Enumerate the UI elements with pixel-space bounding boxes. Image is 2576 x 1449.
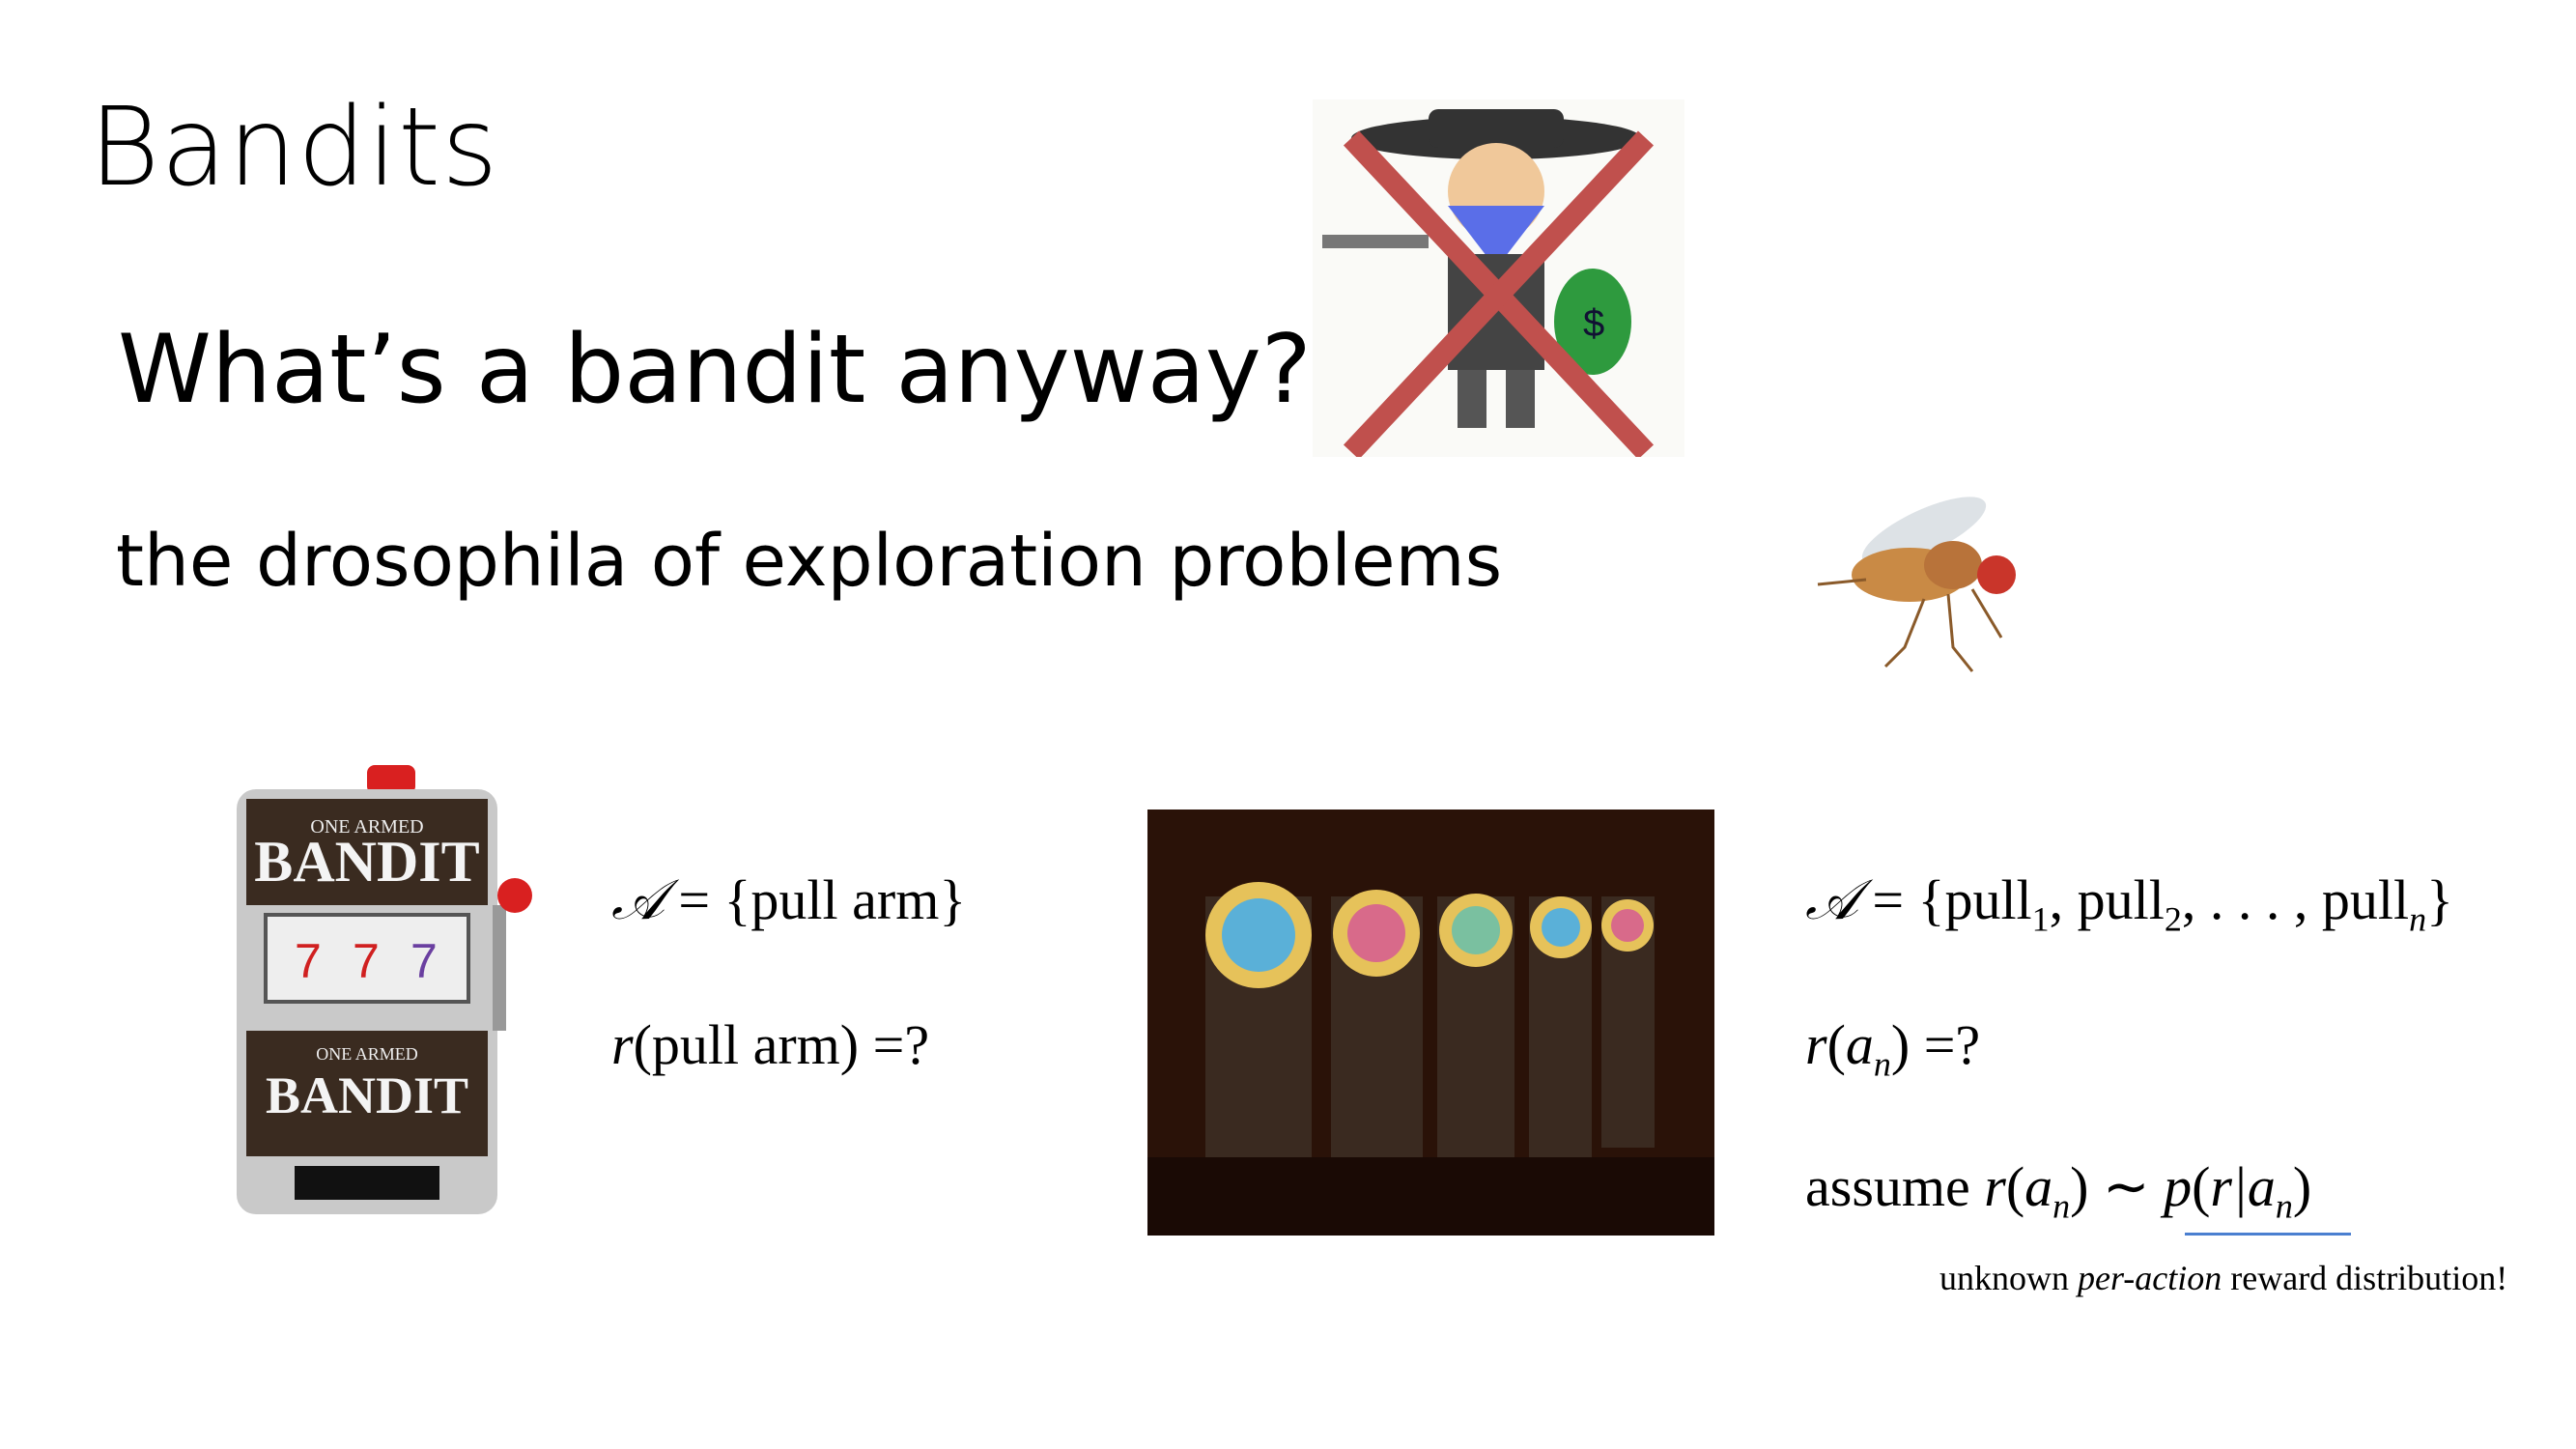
left-action-set-formula: 𝒜 = {pull arm} bbox=[611, 867, 966, 933]
casino-slot-machines-photo bbox=[1147, 810, 1714, 1236]
equals-brace: = { bbox=[1857, 868, 1945, 931]
action-set-symbol: 𝒜 bbox=[611, 868, 665, 931]
reward-symbol: r bbox=[611, 1013, 634, 1076]
note-emphasis: per-action bbox=[2078, 1259, 2222, 1297]
action-set-symbol: 𝒜 bbox=[1805, 868, 1858, 931]
reward-arg: (pull arm) bbox=[633, 1013, 860, 1076]
svg-text:7: 7 bbox=[410, 934, 438, 988]
reward-rest: ) =? bbox=[1890, 1013, 1981, 1076]
action-sub: n bbox=[2052, 1186, 2071, 1226]
p-symbol: p bbox=[2164, 1155, 2193, 1218]
svg-text:7: 7 bbox=[353, 934, 380, 988]
note-pre: unknown bbox=[1939, 1259, 2078, 1297]
action-sub: n bbox=[1873, 1044, 1891, 1084]
tilde: ) ∼ bbox=[2070, 1155, 2165, 1218]
close-paren: ) bbox=[2292, 1155, 2312, 1218]
close-brace: } bbox=[2426, 868, 2453, 931]
slide-heading: What’s a bandit anyway? bbox=[118, 315, 1312, 425]
note-post: reward distribution! bbox=[2222, 1259, 2508, 1297]
assume-formula: assume r(an) ∼ p(r|an) bbox=[1805, 1155, 2312, 1226]
slot-label: BANDIT bbox=[254, 830, 479, 894]
reward-symbol: r bbox=[1805, 1013, 1827, 1076]
slot-label-lower: BANDIT bbox=[266, 1066, 468, 1124]
action-set-value: {pull arm} bbox=[723, 868, 967, 931]
svg-text:7: 7 bbox=[295, 934, 322, 988]
pull-sub: 1 bbox=[2031, 899, 2050, 939]
fruit-fly-image bbox=[1817, 497, 2016, 672]
distribution-underline bbox=[2185, 1233, 2351, 1236]
conditional: r| bbox=[2210, 1155, 2248, 1218]
pull-item: pull bbox=[2077, 868, 2165, 931]
slide-title: Bandits bbox=[89, 85, 499, 211]
svg-text:$: $ bbox=[1583, 302, 1604, 345]
sep: , bbox=[2049, 868, 2078, 931]
right-action-set-formula: 𝒜 = {pull1, pull2, . . . , pulln} bbox=[1805, 867, 2453, 940]
pull-sub: n bbox=[2409, 899, 2427, 939]
paren: ( bbox=[1826, 1013, 1846, 1076]
pull-sub: 2 bbox=[2164, 899, 2182, 939]
right-reward-formula: r(an) =? bbox=[1805, 1012, 1980, 1085]
left-reward-formula: r(pull arm) =? bbox=[611, 1012, 929, 1077]
assume-word: assume bbox=[1805, 1155, 1985, 1218]
sep: , bbox=[2181, 868, 2210, 931]
action-symbol: a bbox=[1845, 1013, 1874, 1076]
crossed-out-bandit-image: $ bbox=[1313, 99, 1684, 457]
reward-symbol: r bbox=[1984, 1155, 2006, 1218]
action-symbol: a bbox=[2247, 1155, 2276, 1218]
reward-rest: =? bbox=[859, 1013, 930, 1076]
action-sub: n bbox=[2275, 1186, 2293, 1226]
pull-item: pull bbox=[1944, 868, 2032, 931]
slot-machine-image: ONE ARMED BANDIT 777 ONE ARMED BANDIT bbox=[237, 765, 532, 1214]
pull-item: pull bbox=[2321, 868, 2410, 931]
slot-label-top-lower: ONE ARMED bbox=[316, 1044, 418, 1064]
distribution-note: unknown per-action reward distribution! bbox=[1939, 1258, 2507, 1298]
ellipsis: . . . , bbox=[2209, 868, 2322, 931]
slide-subtitle: the drosophila of exploration problems bbox=[116, 520, 1503, 603]
action-symbol: a bbox=[2024, 1155, 2053, 1218]
equals: = bbox=[664, 868, 724, 931]
